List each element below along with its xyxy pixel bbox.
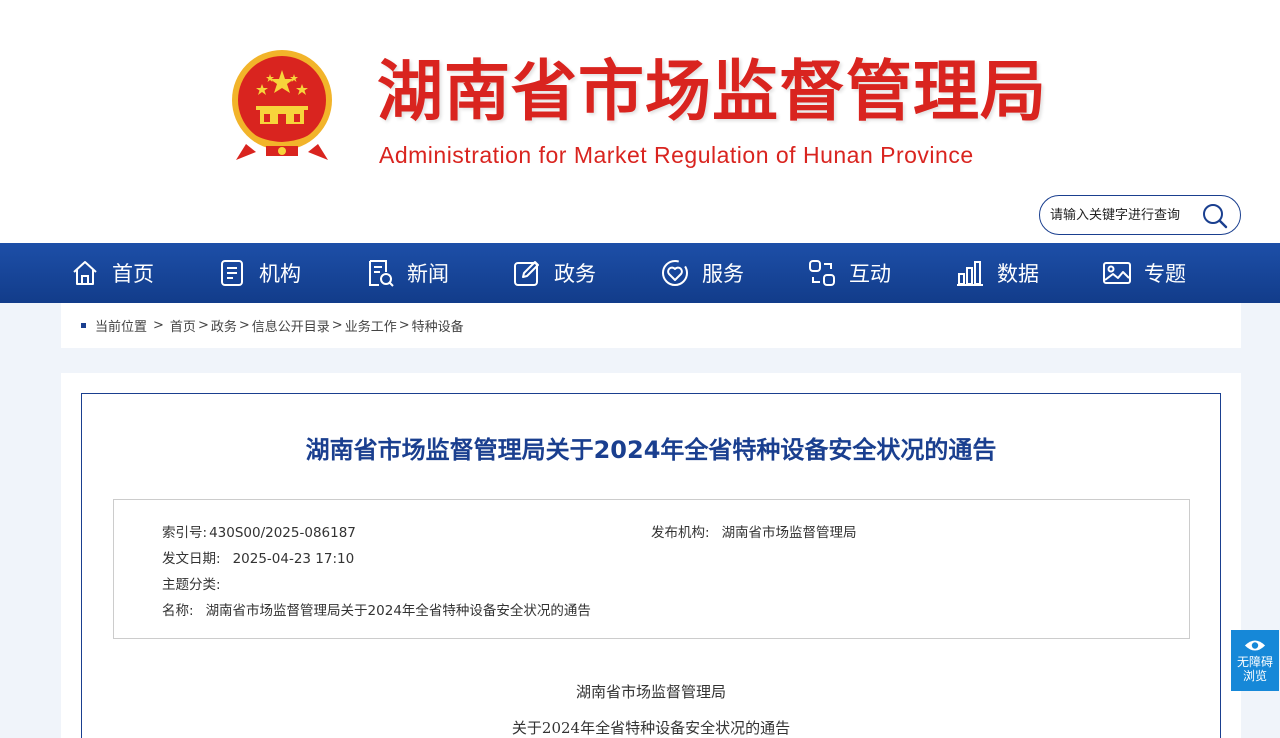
search-input[interactable] — [1050, 204, 1200, 226]
meta-topic: 主题分类: — [162, 573, 227, 593]
bullet-icon — [81, 323, 86, 328]
breadcrumb-item-special-equipment[interactable]: 特种设备 — [412, 316, 464, 335]
search-icon — [1203, 204, 1228, 229]
nav-item-organization[interactable]: 机构 — [217, 243, 301, 303]
meta-publisher-value: 湖南省市场监督管理局 — [721, 525, 857, 541]
nav-item-label: 专题 — [1144, 262, 1186, 286]
image-icon — [1103, 262, 1131, 284]
nav-item-label: 机构 — [259, 262, 301, 286]
meta-name: 名称: 湖南省市场监督管理局关于2024年全省特种设备安全状况的通告 — [162, 599, 591, 619]
eye-icon — [1244, 640, 1266, 651]
breadcrumb-label: 当前位置 — [95, 320, 148, 335]
breadcrumb-separator: > — [238, 318, 250, 333]
search-box — [1039, 195, 1241, 235]
content-area: 湖南省市场监督管理局关于2024年全省特种设备安全状况的通告 索引号: 430S0… — [61, 373, 1241, 738]
breadcrumb-item-home[interactable]: 首页 — [170, 316, 196, 335]
breadcrumb-item-info-catalog[interactable]: 信息公开目录 — [252, 316, 330, 335]
breadcrumb-separator: > — [153, 318, 164, 333]
interaction-icon — [809, 260, 835, 286]
meta-date-label: 发文日期: — [162, 551, 221, 567]
meta-publisher: 发布机构: 湖南省市场监督管理局 — [651, 521, 857, 541]
search-button[interactable] — [1202, 203, 1228, 229]
site-title: 湖南省市场监督管理局 — [377, 53, 1047, 130]
nav-item-interaction[interactable]: 互动 — [807, 243, 891, 303]
nav-item-label: 政务 — [554, 262, 596, 286]
nav-item-data[interactable]: 数据 — [955, 243, 1039, 303]
edit-icon — [514, 261, 539, 286]
article-frame: 湖南省市场监督管理局关于2024年全省特种设备安全状况的通告 索引号: 430S0… — [81, 393, 1221, 738]
breadcrumb-separator: > — [398, 318, 410, 333]
article-meta-box: 索引号: 430S00/2025-086187 发布机构: 湖南省市场监督管理局 发… — [113, 499, 1190, 639]
main-nav: 首页 机构 新闻 政务 服务 互动 数据 专题 — [0, 243, 1280, 303]
bar-chart-icon — [957, 261, 983, 286]
breadcrumb-item-business-work[interactable]: 业务工作 — [345, 316, 397, 335]
meta-index-value: 430S00/2025-086187 — [209, 525, 356, 541]
meta-publisher-label: 发布机构: — [651, 525, 710, 541]
meta-index: 索引号: 430S00/2025-086187 — [162, 521, 356, 541]
nav-item-news[interactable]: 新闻 — [365, 243, 449, 303]
organization-icon — [221, 260, 243, 286]
breadcrumb-separator: > — [331, 318, 343, 333]
nav-item-home[interactable]: 首页 — [70, 243, 154, 303]
nav-item-label: 数据 — [997, 262, 1039, 286]
breadcrumb-item-government-affairs[interactable]: 政务 — [211, 316, 237, 335]
meta-topic-label: 主题分类: — [162, 577, 221, 593]
nav-item-topics[interactable]: 专题 — [1102, 243, 1186, 303]
nav-item-label: 新闻 — [407, 262, 449, 286]
meta-date-value: 2025-04-23 17:10 — [232, 551, 355, 567]
accessibility-label-line1: 无障碍 — [1236, 655, 1273, 669]
service-icon — [662, 260, 688, 286]
article-title: 湖南省市场监督管理局关于2024年全省特种设备安全状况的通告 — [305, 436, 997, 464]
nav-item-label: 首页 — [112, 262, 154, 286]
home-icon — [73, 261, 97, 285]
accessibility-label-line2: 浏览 — [1242, 669, 1267, 683]
breadcrumb: 当前位置 > 首页 > 政务 > 信息公开目录 > 业务工作 > 特种设备 — [61, 303, 1241, 348]
site-subtitle: Administration for Market Regulation of … — [379, 142, 974, 168]
meta-name-value: 湖南省市场监督管理局关于2024年全省特种设备安全状况的通告 — [205, 603, 591, 619]
nav-item-label: 互动 — [849, 262, 891, 286]
national-emblem-logo — [226, 48, 338, 163]
news-icon — [369, 260, 394, 287]
body-line-org: 湖南省市场监督管理局 — [575, 683, 726, 701]
nav-item-label: 服务 — [702, 262, 744, 286]
meta-date: 发文日期: 2025-04-23 17:10 — [162, 547, 354, 567]
accessibility-button[interactable]: 无障碍 浏览 — [1231, 630, 1279, 691]
meta-index-label: 索引号: — [162, 525, 208, 541]
nav-item-government-affairs[interactable]: 政务 — [512, 243, 596, 303]
body-line-title: 关于2024年全省特种设备安全状况的通告 — [511, 719, 791, 737]
meta-name-label: 名称: — [162, 603, 194, 619]
site-header: 湖南省市场监督管理局 Administration for Market Reg… — [0, 0, 1280, 243]
breadcrumb-separator: > — [197, 318, 209, 333]
nav-item-service[interactable]: 服务 — [660, 243, 744, 303]
